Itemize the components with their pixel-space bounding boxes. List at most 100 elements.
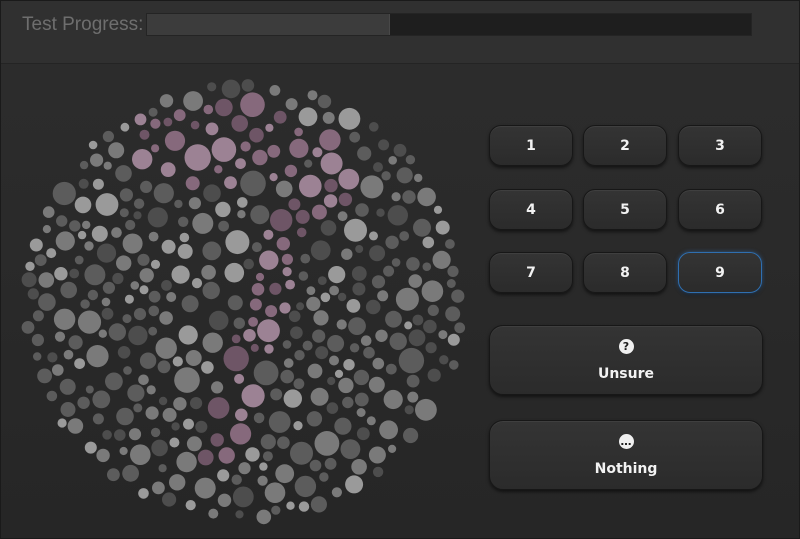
plate-background-dot — [329, 285, 339, 296]
plate-background-dot — [84, 441, 97, 454]
plate-background-dot — [357, 146, 372, 161]
plate-figure-dot — [240, 92, 265, 117]
plate-background-dot — [417, 187, 436, 207]
plate-background-dot — [37, 368, 52, 384]
plate-background-dot — [447, 333, 460, 346]
answer-4-button[interactable]: 4 — [489, 189, 573, 230]
plate-figure-dot — [207, 397, 230, 419]
plate-figure-dot — [264, 344, 274, 354]
plate-background-dot — [161, 280, 172, 291]
plate-figure-dot — [184, 144, 211, 171]
plate-figure-dot — [263, 229, 274, 240]
plate-figure-dot — [249, 127, 264, 143]
plate-background-dot — [91, 225, 108, 242]
plate-background-dot — [298, 107, 318, 127]
plate-background-dot — [368, 446, 386, 464]
answer-8-button[interactable]: 8 — [583, 252, 667, 293]
plate-background-dot — [349, 343, 360, 353]
unsure-button[interactable]: ? Unsure — [489, 325, 763, 395]
plate-background-dot — [195, 420, 208, 433]
plate-background-dot — [283, 358, 294, 368]
plate-background-dot — [435, 220, 450, 235]
plate-background-dot — [243, 258, 254, 270]
plate-figure-dot — [320, 152, 343, 175]
plate-background-dot — [202, 281, 220, 300]
plate-background-dot — [203, 184, 221, 202]
plate-background-dot — [407, 391, 419, 403]
answer-6-button[interactable]: 6 — [678, 189, 762, 230]
plate-figure-dot — [257, 319, 280, 343]
plate-figure-dot — [210, 433, 224, 447]
plate-background-dot — [102, 281, 115, 294]
plate-figure-dot — [205, 122, 219, 136]
plate-background-dot — [139, 268, 154, 283]
plate-background-dot — [349, 131, 361, 143]
header-bar: Test Progress: — [1, 1, 799, 64]
progress-bar — [146, 13, 752, 36]
plate-background-dot — [404, 321, 413, 330]
plate-background-dot — [92, 178, 104, 190]
plate-background-dot — [201, 265, 216, 280]
plate-background-dot — [145, 406, 159, 420]
plate-background-dot — [78, 178, 89, 189]
plate-background-dot — [378, 139, 390, 151]
plate-background-dot — [120, 122, 130, 132]
plate-figure-dot — [270, 209, 293, 232]
plate-figure-dot — [231, 115, 248, 132]
plate-background-dot — [158, 464, 167, 473]
nothing-button[interactable]: … Nothing — [489, 420, 763, 490]
plate-background-dot — [77, 396, 90, 409]
answer-7-button[interactable]: 7 — [489, 252, 573, 293]
answer-1-button[interactable]: 1 — [489, 125, 573, 166]
plate-background-dot — [290, 441, 313, 465]
progress-label: Test Progress: — [22, 14, 144, 35]
plate-background-dot — [329, 355, 339, 366]
plate-background-dot — [320, 220, 337, 236]
plate-background-dot — [101, 307, 114, 320]
plate-background-dot — [237, 197, 248, 208]
plate-figure-dot — [185, 176, 200, 191]
plate-background-dot — [388, 444, 397, 453]
plate-figure-dot — [240, 141, 251, 152]
plate-background-dot — [183, 91, 204, 111]
plate-background-dot — [176, 451, 197, 473]
plate-background-dot — [67, 418, 84, 434]
plate-background-dot — [181, 295, 199, 313]
plate-background-dot — [102, 430, 112, 440]
plate-background-dot — [412, 314, 424, 326]
plate-background-dot — [85, 385, 94, 394]
plate-background-dot — [27, 288, 39, 300]
answer-7-label: 7 — [526, 264, 536, 281]
plate-figure-dot — [294, 127, 303, 137]
plate-background-dot — [343, 359, 355, 371]
answer-3-label: 3 — [715, 137, 725, 154]
plate-figure-dot — [163, 117, 173, 127]
plate-background-dot — [387, 205, 408, 226]
plate-background-dot — [415, 398, 437, 421]
plate-background-dot — [122, 314, 132, 324]
plate-background-dot — [445, 306, 461, 322]
plate-background-dot — [327, 376, 336, 386]
plate-figure-dot — [139, 129, 150, 140]
plate-figure-dot — [235, 158, 246, 169]
plate-background-dot — [396, 167, 413, 184]
answer-3-button[interactable]: 3 — [678, 125, 762, 166]
plate-background-dot — [166, 292, 177, 302]
answer-5-button[interactable]: 5 — [583, 189, 667, 230]
plate-background-dot — [250, 205, 270, 225]
plate-background-dot — [259, 462, 268, 471]
plate-background-dot — [232, 486, 254, 508]
answer-4-label: 4 — [526, 201, 536, 218]
plate-figure-dot — [267, 144, 281, 158]
answer-2-button[interactable]: 2 — [583, 125, 667, 166]
answer-9-label: 9 — [715, 264, 725, 281]
plate-background-dot — [147, 207, 168, 228]
plate-figure-dot — [269, 173, 278, 182]
answer-9-button[interactable]: 9 — [678, 252, 762, 293]
plate-background-dot — [355, 203, 369, 217]
plate-background-dot — [351, 266, 367, 281]
plate-background-dot — [42, 206, 55, 218]
plate-figure-dot — [234, 373, 245, 384]
plate-background-dot — [186, 436, 202, 452]
plate-background-dot — [312, 329, 326, 343]
